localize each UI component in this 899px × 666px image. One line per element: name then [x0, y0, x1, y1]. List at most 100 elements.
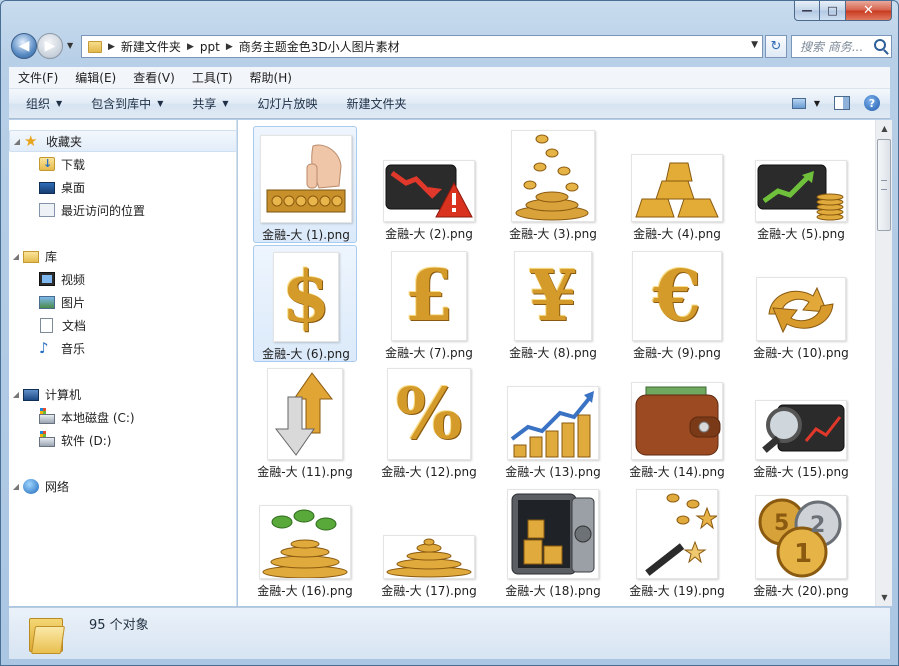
address-bar[interactable]: ▶ 新建文件夹 ▶ ppt ▶ 商务主题金色3D小人图片素材 ▼	[81, 35, 763, 58]
file-tile[interactable]: € 金融-大 (9).png	[625, 245, 729, 362]
file-tile[interactable]: 5 2 1 金融-大 (20).png	[749, 483, 853, 600]
file-list[interactable]: 金融-大 (1).png 金融-大 (2).png 金融-大 (3).png 金…	[238, 120, 875, 606]
file-tile[interactable]: 金融-大 (17).png	[377, 483, 481, 600]
chevron-right-icon[interactable]: ▶	[108, 42, 115, 52]
file-tile[interactable]: 金融-大 (11).png	[253, 364, 357, 481]
search-input[interactable]: 搜索 商务...	[791, 35, 892, 58]
desktop-icon	[39, 182, 55, 194]
nav-favorites[interactable]: ◢ ★ 收藏夹	[9, 130, 237, 152]
file-tile[interactable]: 金融-大 (16).png	[253, 483, 357, 600]
file-name: 金融-大 (2).png	[385, 227, 473, 241]
preview-pane-icon[interactable]	[834, 96, 850, 110]
close-button[interactable]: ✕	[846, 1, 892, 21]
svg-text:1: 1	[794, 539, 812, 569]
file-tile[interactable]: 金融-大 (13).png	[501, 364, 605, 481]
file-tile[interactable]: 金融-大 (5).png	[749, 126, 853, 243]
file-tile[interactable]: 金融-大 (4).png	[625, 126, 729, 243]
scroll-thumb[interactable]	[877, 139, 891, 231]
download-folder-icon	[39, 157, 55, 171]
scroll-up-icon[interactable]: ▲	[876, 120, 893, 137]
back-arrow-icon: ◀	[18, 38, 30, 54]
forward-button[interactable]: ▶	[37, 33, 63, 59]
thumbnail	[630, 130, 724, 222]
back-button[interactable]: ◀	[11, 33, 37, 59]
share-button[interactable]: 共享 ▼	[175, 95, 240, 112]
expand-icon[interactable]: ◢	[10, 137, 24, 146]
file-tile[interactable]: 金融-大 (3).png	[501, 126, 605, 243]
nav-libraries[interactable]: ◢ 库	[9, 245, 237, 267]
nav-music[interactable]: ♪ 音乐	[9, 337, 237, 359]
windows-drive-icon	[39, 408, 55, 424]
maximize-button[interactable]: □	[820, 1, 846, 21]
file-tile[interactable]: $ 金融-大 (6).png	[253, 245, 357, 362]
file-tile[interactable]: 金融-大 (18).png	[501, 483, 605, 600]
minimize-button[interactable]: —	[794, 1, 820, 21]
thumbnail	[382, 130, 476, 222]
euro-sign-icon: €	[632, 251, 722, 341]
refresh-icon: ↻	[770, 39, 782, 54]
file-name: 金融-大 (13).png	[505, 465, 601, 479]
chevron-right-icon[interactable]: ▶	[187, 42, 194, 52]
slideshow-button[interactable]: 幻灯片放映	[241, 95, 330, 112]
document-icon	[40, 317, 53, 333]
file-tile[interactable]: £ 金融-大 (7).png	[377, 245, 481, 362]
include-in-library-button[interactable]: 包含到库中 ▼	[74, 95, 175, 112]
menu-help[interactable]: 帮助(H)	[241, 69, 300, 86]
address-dropdown-icon[interactable]: ▼	[751, 40, 758, 50]
menu-file[interactable]: 文件(F)	[9, 69, 66, 86]
scroll-down-icon[interactable]: ▼	[876, 589, 893, 606]
file-name: 金融-大 (16).png	[257, 584, 353, 598]
help-icon[interactable]: ?	[864, 95, 880, 111]
refresh-button[interactable]: ↻	[765, 35, 787, 58]
file-tile[interactable]: ¥ 金融-大 (8).png	[501, 245, 605, 362]
file-tile[interactable]: 金融-大 (2).png	[377, 126, 481, 243]
menu-edit[interactable]: 编辑(E)	[66, 69, 124, 86]
file-tile[interactable]: 金融-大 (15).png	[749, 364, 853, 481]
growth-coins-chart-icon	[507, 386, 599, 460]
nav-drive-c[interactable]: 本地磁盘 (C:)	[9, 406, 237, 428]
search-icon[interactable]	[874, 39, 886, 51]
nav-desktop[interactable]: 桌面	[9, 176, 237, 198]
file-name: 金融-大 (17).png	[381, 584, 477, 598]
recent-pages-dropdown-icon[interactable]: ▼	[67, 41, 73, 50]
breadcrumb-item[interactable]: 新建文件夹	[121, 38, 181, 55]
file-tile[interactable]: 金融-大 (10).png	[749, 245, 853, 362]
menu-view[interactable]: 查看(V)	[124, 69, 183, 86]
expand-icon[interactable]: ◢	[9, 482, 23, 491]
exchange-arrows-icon	[756, 277, 846, 341]
breadcrumb-item[interactable]: ppt	[200, 40, 220, 54]
nav-downloads[interactable]: 下载	[9, 153, 237, 175]
expand-icon[interactable]: ◢	[9, 390, 23, 399]
organize-button[interactable]: 组织 ▼	[9, 95, 74, 112]
nav-documents[interactable]: 文档	[9, 314, 237, 336]
file-tile[interactable]: 金融-大 (14).png	[625, 364, 729, 481]
computer-icon	[23, 388, 39, 401]
change-view-button[interactable]: ▼	[791, 97, 820, 109]
magnifier-chart-icon	[755, 400, 847, 460]
nav-pictures[interactable]: 图片	[9, 291, 237, 313]
file-tile[interactable]: 金融-大 (19).png	[625, 483, 729, 600]
expand-icon[interactable]: ◢	[9, 252, 23, 261]
nav-videos[interactable]: 视频	[9, 268, 237, 290]
chevron-down-icon: ▼	[56, 99, 63, 108]
nav-drive-d[interactable]: 软件 (D:)	[9, 429, 237, 451]
new-folder-button[interactable]: 新建文件夹	[330, 95, 419, 112]
command-bar: 组织 ▼ 包含到库中 ▼ 共享 ▼ 幻灯片放映 新建文件夹 ▼ ?	[9, 89, 890, 119]
breadcrumb-item[interactable]: 商务主题金色3D小人图片素材	[239, 38, 400, 55]
nav-recent-places[interactable]: 最近访问的位置	[9, 199, 237, 221]
nav-label: 文档	[62, 318, 87, 333]
rising-chart-coins-icon	[755, 160, 847, 222]
file-tile[interactable]: 金融-大 (1).png	[253, 126, 357, 243]
svg-text:5: 5	[774, 511, 789, 536]
file-tile[interactable]: % 金融-大 (12).png	[377, 364, 481, 481]
vertical-scrollbar[interactable]: ▲ ▼	[875, 120, 892, 606]
file-name: 金融-大 (14).png	[629, 465, 725, 479]
nav-label: 本地磁盘 (C:)	[61, 410, 135, 425]
nav-network[interactable]: ◢ 网络	[9, 475, 237, 497]
nav-computer[interactable]: ◢ 计算机	[9, 383, 237, 405]
thumbnail	[754, 130, 848, 222]
thumbnail: £	[382, 249, 476, 341]
pound-symbol: £	[404, 254, 454, 337]
menu-tools[interactable]: 工具(T)	[183, 69, 241, 86]
chevron-right-icon[interactable]: ▶	[226, 42, 233, 52]
